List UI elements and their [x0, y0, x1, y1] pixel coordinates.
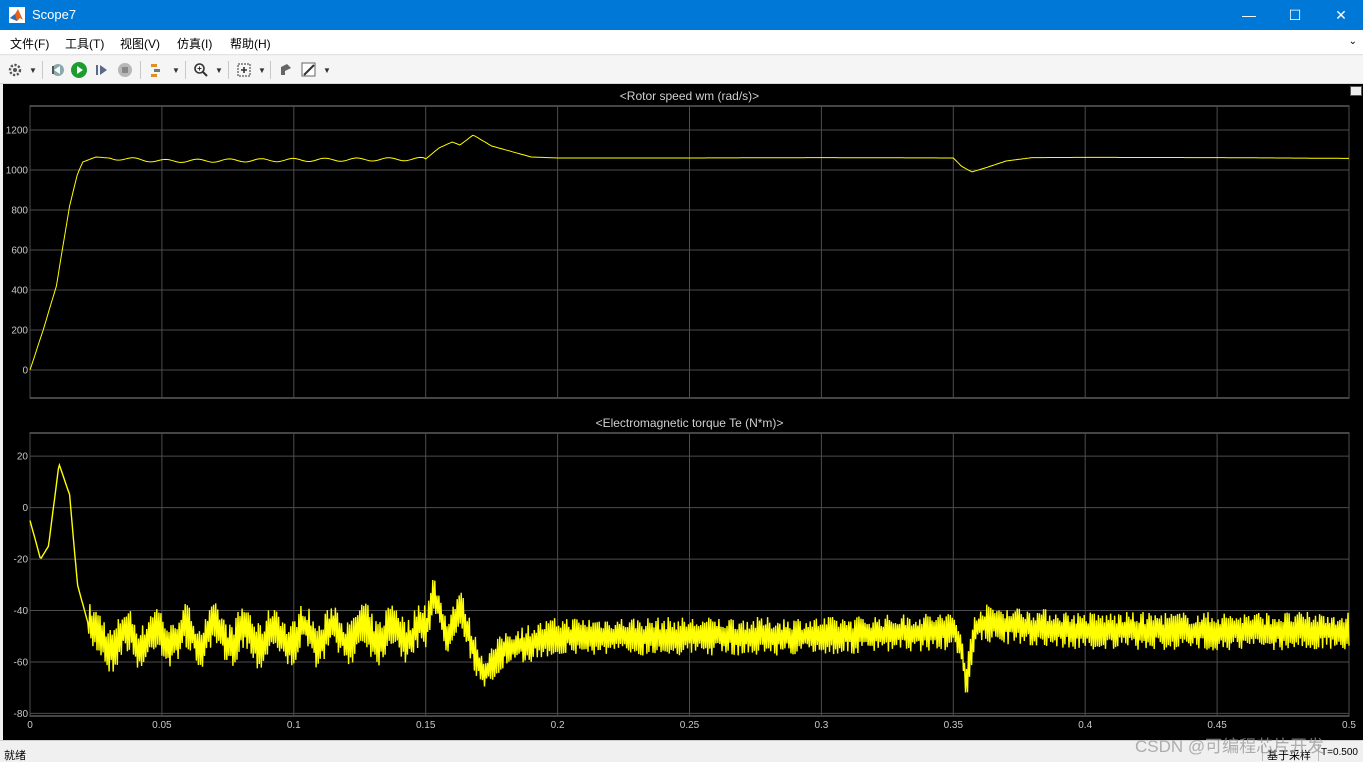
x-tick-label: 0.25: [680, 720, 700, 731]
y-tick-label: 600: [11, 246, 28, 257]
x-tick-label: 0.1: [287, 720, 301, 731]
plot-title-electromagnetic-torque: <Electromagnetic torque Te (N*m)>: [596, 416, 784, 430]
y-tick-label: 0: [22, 366, 28, 377]
plot-title-rotor-speed: <Rotor speed wm (rad/s)>: [620, 89, 759, 103]
status-text: 就绪: [4, 750, 26, 762]
y-tick-label: -20: [14, 555, 29, 566]
x-tick-label: 0.45: [1207, 720, 1227, 731]
watermark: CSDN @可编程芯片开发: [1135, 737, 1325, 756]
x-tick-label: 0.5: [1342, 720, 1356, 731]
x-tick-label: 0.05: [152, 720, 172, 731]
y-tick-label: 200: [11, 326, 28, 337]
scope-plots: <Rotor speed wm (rad/s)> <Electromagneti…: [6, 89, 1357, 731]
time-readout: T=0.500: [1318, 744, 1363, 761]
x-tick-label: 0.15: [416, 720, 436, 731]
x-tick-label: 0.3: [814, 720, 828, 731]
y-tick-label: 1000: [6, 166, 29, 177]
y-tick-label: 1200: [6, 126, 29, 137]
y-tick-label: 800: [11, 206, 28, 217]
x-tick-label: 0.35: [944, 720, 964, 731]
y-tick-label: -60: [14, 657, 29, 668]
y-tick-label: 0: [22, 503, 28, 514]
x-tick-label: 0.2: [551, 720, 565, 731]
y-tick-label: -80: [14, 709, 29, 720]
x-tick-label: 0.4: [1078, 720, 1092, 731]
y-tick-label: 400: [11, 286, 28, 297]
x-tick-label: 0: [27, 720, 33, 731]
y-tick-label: -40: [14, 606, 29, 617]
y-tick-label: 20: [17, 452, 29, 463]
